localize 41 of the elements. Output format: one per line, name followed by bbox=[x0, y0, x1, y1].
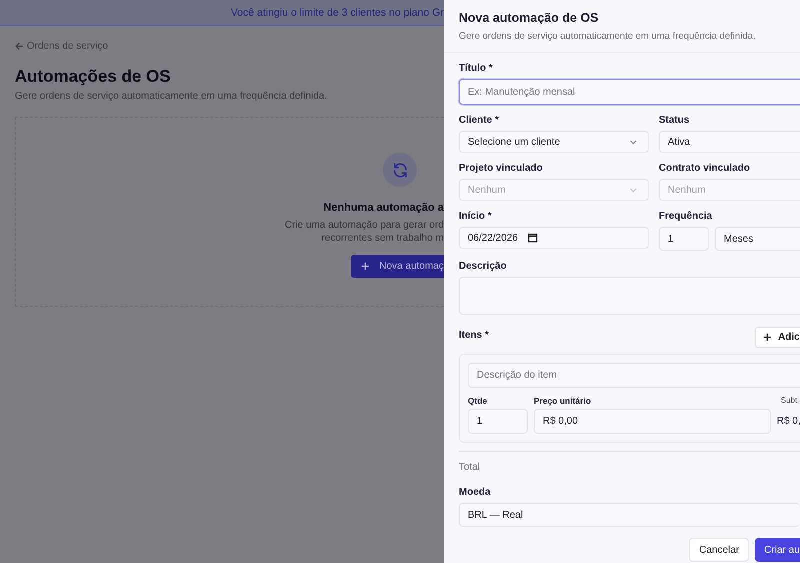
empty-state-title: Nenhuma automação a bbox=[324, 202, 444, 214]
select-field[interactable]: Selecione um cliente bbox=[459, 131, 649, 153]
cancel-button[interactable]: Cancelar bbox=[689, 538, 750, 562]
refresh-icon bbox=[392, 162, 408, 178]
dialog-subtitle: Gere ordens de serviço automaticamente em uma frequência definida. bbox=[459, 31, 757, 42]
subtotal-value: R$ 0, bbox=[777, 416, 800, 427]
plus-icon bbox=[360, 262, 370, 271]
page-subtitle: Gere ordens de serviço automaticamente em uma frequência definida. bbox=[15, 91, 328, 102]
dialog-title: Nova automação de OS bbox=[459, 11, 600, 25]
field-label: Frequência bbox=[659, 211, 714, 222]
create-button[interactable]: Criar au bbox=[755, 538, 800, 562]
qty-label: Qtde bbox=[468, 396, 488, 406]
arrow-left-icon bbox=[15, 42, 24, 51]
plus-icon bbox=[763, 333, 772, 342]
page-title: Automações de OS bbox=[15, 67, 172, 87]
qty-input[interactable]: 1 bbox=[468, 409, 528, 434]
unit-select[interactable]: Meses bbox=[715, 227, 800, 251]
currency-select[interactable]: BRL — Real bbox=[459, 503, 800, 527]
field-label: Moeda bbox=[459, 487, 492, 498]
price-input[interactable]: R$ 0,00 bbox=[534, 409, 771, 434]
add-item-button[interactable]: Adic bbox=[755, 327, 800, 348]
price-label: Preço unitário bbox=[534, 396, 592, 406]
field-label: Início * bbox=[459, 211, 493, 222]
new-automation-button[interactable]: Nova automaç bbox=[350, 255, 444, 278]
banner-text: Você atingiu o limite de 3 clientes no plano Gr bbox=[230, 6, 444, 18]
subtotal-label: Subt bbox=[780, 396, 798, 406]
field-label: Descrição bbox=[459, 261, 508, 272]
item-description-input[interactable]: Descrição do item bbox=[468, 363, 800, 388]
field-label: Título * bbox=[459, 63, 494, 74]
calendar-icon bbox=[528, 233, 538, 243]
field-label: Projeto vinculado bbox=[459, 163, 544, 174]
field-label: Status bbox=[659, 115, 691, 126]
date-field[interactable]: 06/22/2026 bbox=[459, 227, 649, 249]
total-label: Total bbox=[459, 451, 800, 473]
empty-state-description: Crie uma automação para gerar ord recorrentes sem trabalho m bbox=[285, 219, 444, 245]
text-input[interactable]: Ex: Manutenção mensal bbox=[459, 79, 800, 105]
items-label: Itens * bbox=[459, 330, 490, 340]
number-input[interactable]: 1 bbox=[659, 227, 709, 251]
field-label: Cliente * bbox=[459, 115, 500, 126]
select-field[interactable]: Ativa bbox=[659, 131, 800, 153]
field-label: Contrato vinculado bbox=[659, 163, 752, 174]
